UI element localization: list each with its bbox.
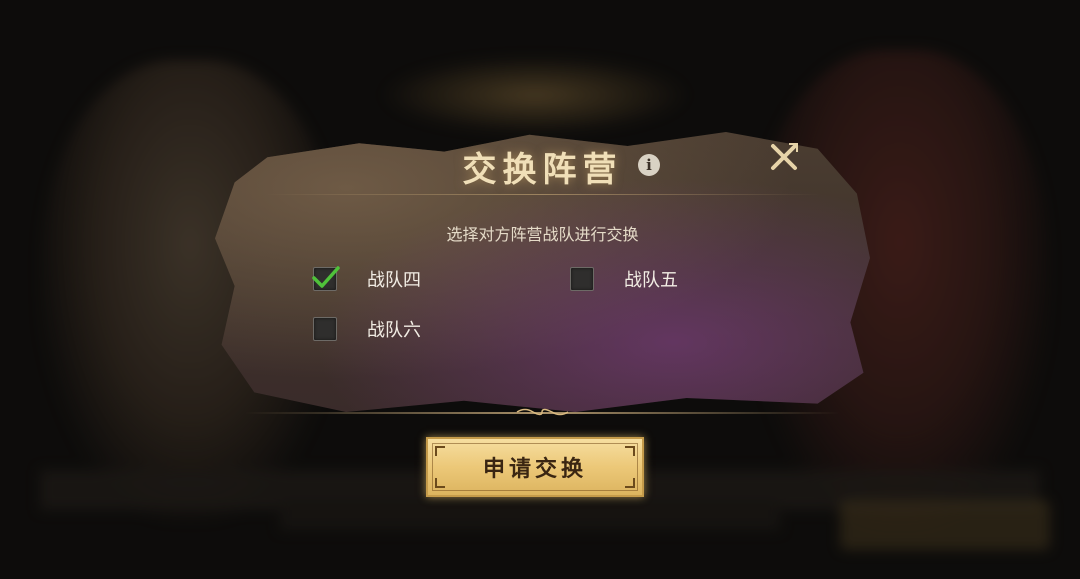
checkmark-icon: [312, 266, 340, 288]
apply-button-label: 申请交换: [482, 457, 587, 482]
option-team-6[interactable]: 战队六: [313, 315, 421, 343]
exchange-camp-dialog: 交换阵营 i 选择对方阵营战队进行交换 战队四 战队五 战队六: [215, 122, 870, 422]
close-icon[interactable]: [767, 140, 801, 174]
option-label: 战队六: [367, 320, 421, 341]
button-corner-ornament: [435, 446, 445, 456]
button-corner-ornament: [625, 446, 635, 456]
button-corner-ornament: [625, 478, 635, 488]
option-team-4[interactable]: 战队四: [312, 265, 421, 293]
option-label: 战队五: [624, 270, 678, 291]
button-corner-ornament: [435, 478, 445, 488]
option-team-5[interactable]: 战队五: [570, 265, 678, 293]
checkbox[interactable]: [570, 267, 594, 291]
checkbox[interactable]: [312, 266, 340, 291]
divider-ornament-icon: [516, 408, 569, 416]
checkbox[interactable]: [313, 317, 337, 341]
apply-exchange-button[interactable]: 申请交换: [426, 437, 644, 497]
divider: [265, 194, 820, 195]
option-label: 战队四: [367, 270, 421, 291]
dialog-subtitle: 选择对方阵营战队进行交换: [446, 225, 639, 244]
info-icon[interactable]: i: [638, 154, 660, 176]
